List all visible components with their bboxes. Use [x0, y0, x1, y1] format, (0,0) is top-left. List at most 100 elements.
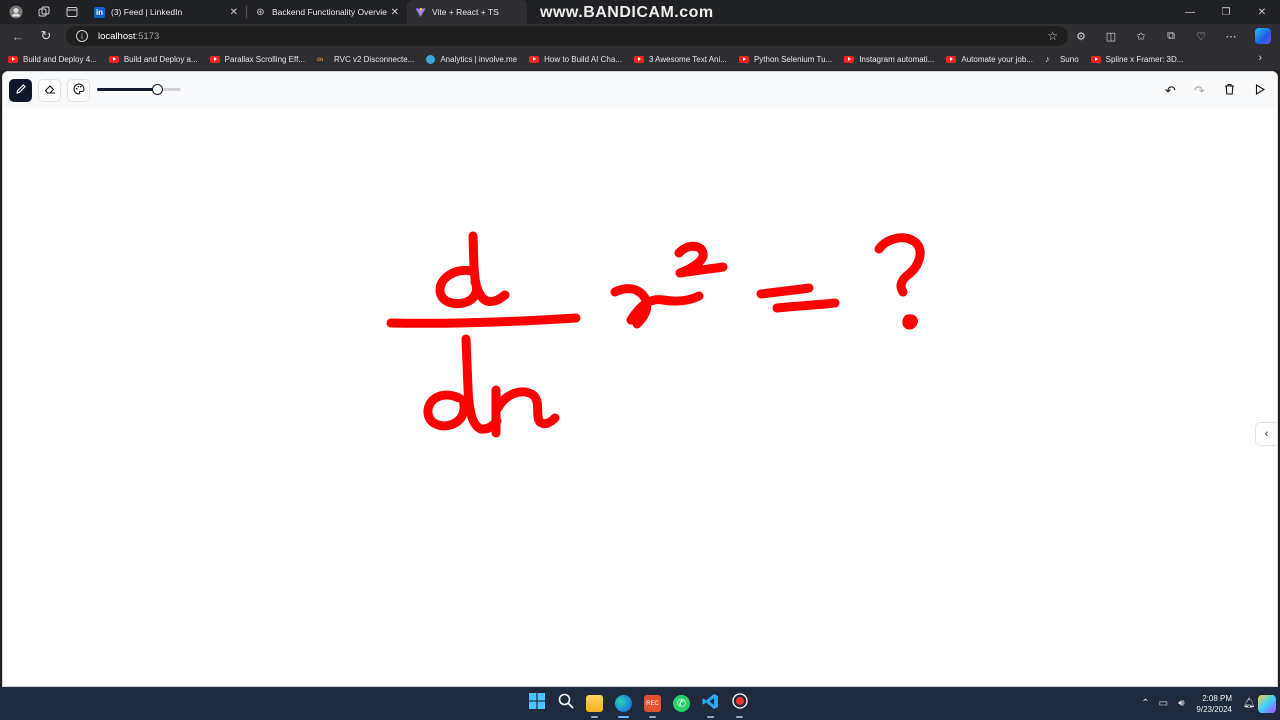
- undo-button[interactable]: ↶: [1159, 79, 1182, 102]
- bookmarks-bar: Build and Deploy 4... Build and Deploy a…: [0, 48, 1280, 70]
- taskbar-search-button[interactable]: [553, 687, 578, 720]
- handwritten-equation: [386, 231, 925, 438]
- address-bar[interactable]: i localhost:5173 ☆: [66, 26, 1068, 46]
- bookmark-item[interactable]: Automate your job...: [946, 55, 1033, 64]
- edge-icon: [615, 695, 632, 712]
- bookmark-item[interactable]: Analytics | involve.me: [426, 54, 517, 64]
- split-screen-icon[interactable]: ◫: [1096, 30, 1126, 43]
- run-button[interactable]: [1248, 79, 1271, 102]
- record-icon: [731, 693, 748, 714]
- bookmark-label: Python Selenium Tu...: [753, 54, 833, 64]
- taskbar-vscode[interactable]: [698, 687, 723, 720]
- volume-icon[interactable]: 🔊︎: [1172, 698, 1190, 709]
- bookmark-item[interactable]: ♪ Suno: [1045, 54, 1079, 64]
- bookmark-item[interactable]: 3 Awesome Text Ani...: [633, 54, 727, 64]
- back-icon[interactable]: ←: [4, 24, 32, 48]
- bookmark-label: Automate your job...: [961, 54, 1033, 64]
- taskbar-clock[interactable]: 2:08 PM 9/23/2024: [1196, 693, 1232, 715]
- slider-thumb[interactable]: [152, 84, 164, 95]
- chevron-right-icon[interactable]: ›: [1258, 52, 1262, 64]
- site-info-icon[interactable]: i: [76, 30, 88, 42]
- taskbar-recorder[interactable]: [727, 687, 752, 720]
- network-icon[interactable]: ▭: [1154, 698, 1172, 709]
- youtube-icon: [844, 55, 855, 63]
- youtube-icon: [529, 55, 540, 63]
- bookmark-item[interactable]: Spline x Framer: 3D...: [1090, 54, 1184, 64]
- bookmark-label: Build and Deploy 4...: [23, 54, 97, 64]
- notification-bell-icon[interactable]: 🔔︎: [1240, 698, 1258, 709]
- play-icon: [1255, 83, 1265, 98]
- reload-icon[interactable]: ↻: [32, 24, 60, 48]
- search-icon: [558, 693, 574, 714]
- tab-title: Backend Functionality Overview: [272, 7, 387, 17]
- bookmark-item[interactable]: ∞ RVC v2 Disconnecte...: [317, 54, 414, 64]
- whatsapp-icon: ✆: [673, 695, 690, 712]
- screen: in (3) Feed | LinkedIn ✕ ⊛ Backend Funct…: [0, 0, 1280, 720]
- tab-vite-react[interactable]: Vite + React + TS: [407, 0, 527, 24]
- profile-avatar-icon[interactable]: [6, 2, 26, 22]
- close-icon[interactable]: ✕: [230, 7, 238, 18]
- bookmark-item[interactable]: Build and Deploy 4...: [8, 55, 97, 64]
- youtube-icon: [738, 55, 749, 63]
- redo-button[interactable]: ↷: [1188, 79, 1211, 102]
- stroke-fraction-bar: [386, 313, 581, 328]
- palette-icon: [73, 83, 85, 98]
- restore-icon[interactable]: ❐: [1208, 0, 1244, 24]
- close-window-icon[interactable]: ✕: [1244, 0, 1280, 24]
- url-port: :5173: [135, 30, 160, 42]
- extensions-icon[interactable]: ⚙: [1066, 30, 1096, 43]
- taskbar-edge[interactable]: [611, 687, 636, 720]
- color-palette-button[interactable]: [67, 79, 90, 102]
- bookmark-label: 3 Awesome Text Ani...: [648, 54, 727, 64]
- windows-start-button[interactable]: [524, 687, 549, 720]
- colab-icon: ∞: [317, 54, 324, 64]
- sidebar-toggle-button[interactable]: ‹: [1255, 422, 1277, 446]
- collections-icon[interactable]: ⧉: [1156, 30, 1186, 43]
- close-icon[interactable]: ✕: [391, 7, 399, 18]
- youtube-icon: [1090, 55, 1101, 63]
- favorites-icon[interactable]: ✩: [1126, 30, 1156, 43]
- brush-size-slider[interactable]: [97, 84, 181, 95]
- chevron-up-icon[interactable]: ⌃: [1136, 698, 1154, 709]
- stroke-superscript-2: [674, 241, 728, 278]
- youtube-icon: [209, 55, 220, 63]
- bookmark-label: Spline x Framer: 3D...: [1105, 54, 1184, 64]
- workspaces-icon[interactable]: [34, 2, 54, 22]
- browser-essentials-icon[interactable]: ♡: [1186, 30, 1216, 43]
- taskbar-file-explorer[interactable]: [582, 687, 607, 720]
- bookmark-item[interactable]: Python Selenium Tu...: [738, 54, 833, 64]
- stroke-denominator-d: [423, 390, 469, 431]
- bookmark-item[interactable]: Parallax Scrolling Eff...: [209, 54, 305, 64]
- youtube-icon: [946, 55, 957, 63]
- favorite-star-icon[interactable]: ☆: [1047, 29, 1058, 43]
- undo-icon: ↶: [1165, 82, 1176, 98]
- bookmark-item[interactable]: How to Build AI Cha...: [529, 55, 622, 64]
- bookmark-label: Build and Deploy a...: [123, 54, 198, 64]
- vite-icon: [415, 7, 426, 18]
- involveme-icon: [426, 54, 436, 64]
- drawing-canvas[interactable]: ‹: [3, 108, 1277, 686]
- bookmark-item[interactable]: Instagram automati...: [844, 55, 934, 64]
- tab-actions-icon[interactable]: [62, 2, 82, 22]
- copilot-icon[interactable]: [1255, 28, 1271, 44]
- taskbar-bandicam[interactable]: REC: [640, 687, 665, 720]
- browser-toolbar: ← ↻ i localhost:5173 ☆ ⚙ ◫ ✩ ⧉ ♡ ⋯: [0, 24, 1280, 48]
- tab-linkedin[interactable]: in (3) Feed | LinkedIn ✕: [86, 0, 246, 24]
- url-host: localhost: [98, 30, 136, 42]
- tab-title: (3) Feed | LinkedIn: [111, 7, 183, 17]
- copilot-taskbar-icon[interactable]: [1258, 694, 1276, 713]
- stroke-equals: [756, 283, 814, 299]
- redo-icon: ↷: [1194, 82, 1205, 98]
- tab-backend-overview[interactable]: ⊛ Backend Functionality Overview ✕: [247, 0, 407, 24]
- pencil-tool-button[interactable]: [9, 79, 32, 102]
- minimize-icon[interactable]: —: [1172, 0, 1208, 24]
- bookmark-label: Parallax Scrolling Eff...: [224, 54, 305, 64]
- clear-canvas-button[interactable]: [1218, 79, 1241, 102]
- taskbar-whatsapp[interactable]: ✆: [669, 687, 694, 720]
- eraser-tool-button[interactable]: [38, 79, 61, 102]
- bookmark-item[interactable]: Build and Deploy a...: [108, 54, 198, 64]
- more-options-icon[interactable]: ⋯: [1216, 30, 1246, 43]
- bookmark-label: Instagram automati...: [859, 54, 935, 64]
- clock-date: 9/23/2024: [1196, 704, 1232, 714]
- file-explorer-icon: [586, 695, 603, 712]
